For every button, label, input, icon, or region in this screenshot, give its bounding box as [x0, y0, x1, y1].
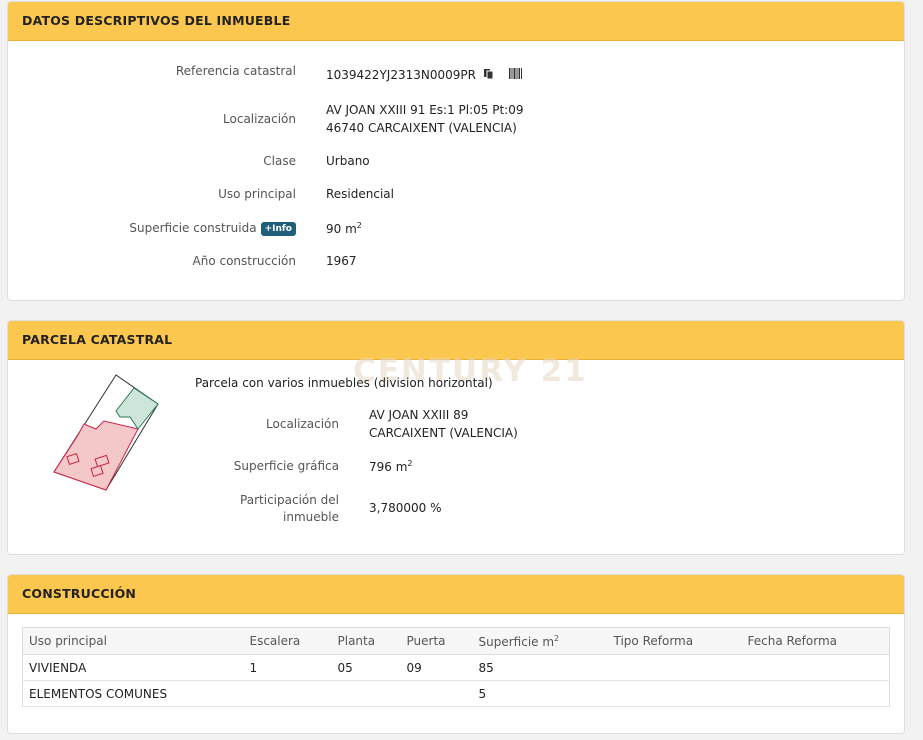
cell-superficie: 85 [472, 654, 608, 681]
cell-puerta: 09 [400, 654, 473, 681]
cell-puerta [400, 680, 473, 707]
cell-uso: VIVIENDA [22, 654, 244, 681]
construccion-panel-title: CONSTRUCCIÓN [8, 575, 904, 614]
sup-label-wrap: Superficie construida +Info [129, 221, 296, 236]
barcode-icon[interactable] [508, 68, 523, 82]
parcela-part-value: 3,780000 % [369, 501, 442, 515]
construccion-table: Uso principal Escalera Planta Puerta Sup… [22, 627, 890, 707]
construccion-header-row: Uso principal Escalera Planta Puerta Sup… [22, 627, 890, 655]
table-row: ELEMENTOS COMUNES 5 [22, 680, 890, 707]
parcela-loc-line2: CARCAIXENT (VALENCIA) [369, 426, 518, 440]
construccion-panel: CONSTRUCCIÓN Uso principal Escalera Plan… [7, 574, 905, 734]
cell-fecha-reforma [741, 654, 890, 681]
clase-value: Urbano [326, 154, 370, 168]
cell-fecha-reforma [741, 680, 890, 707]
cell-planta: 05 [331, 654, 401, 681]
col-escalera: Escalera [243, 627, 332, 655]
datos-panel-title: DATOS DESCRIPTIVOS DEL INMUEBLE [8, 2, 904, 41]
anio-value: 1967 [326, 254, 357, 268]
anio-label: Año construcción [192, 254, 297, 268]
info-badge[interactable]: +Info [260, 222, 296, 236]
cell-superficie: 5 [472, 680, 608, 707]
ref-value-text: 1039422YJ2313N0009PR [326, 68, 476, 82]
parcela-loc-line1: AV JOAN XXIII 89 [369, 408, 469, 422]
cell-tipo-reforma [607, 654, 742, 681]
loc-label: Localización [223, 112, 296, 126]
parcel-map[interactable] [48, 369, 168, 494]
ref-value: 1039422YJ2313N0009PR [326, 68, 523, 83]
sup-value: 90 m2 [326, 221, 362, 236]
col-planta: Planta [331, 627, 401, 655]
uso-value: Residencial [326, 187, 394, 201]
copy-icon[interactable] [483, 68, 495, 83]
parcela-part-label: Participación del inmueble [240, 492, 339, 526]
datos-panel: DATOS DESCRIPTIVOS DEL INMUEBLE Referenc… [7, 1, 905, 301]
parcela-sup-value: 796 m2 [369, 459, 413, 474]
loc-line1: AV JOAN XXIII 91 Es:1 Pl:05 Pt:09 [326, 103, 524, 117]
sup-label: Superficie construida [129, 221, 257, 235]
parcela-part-label-line2: inmueble [283, 510, 339, 524]
cell-escalera [243, 680, 332, 707]
clase-label: Clase [263, 154, 296, 168]
parcela-sup-value-text: 796 m [369, 460, 408, 474]
sup-unit-exp: 2 [356, 221, 362, 230]
sup-value-text: 90 m [326, 222, 357, 236]
col-fecha-reforma: Fecha Reforma [741, 627, 890, 655]
ref-label: Referencia catastral [175, 64, 296, 78]
cell-escalera: 1 [243, 654, 332, 681]
col-puerta: Puerta [400, 627, 473, 655]
col-superficie-text: Superficie m [478, 634, 555, 649]
parcela-panel: PARCELA CATASTRAL CENTURY 21 Parcela con… [7, 320, 905, 555]
col-uso-principal: Uso principal [22, 627, 244, 655]
col-superficie: Superficie m2 [472, 627, 608, 655]
parcela-part-label-line1: Participación del [240, 493, 339, 507]
loc-line2: 46740 CARCAIXENT (VALENCIA) [326, 121, 517, 135]
col-superficie-exp: 2 [554, 633, 560, 643]
cell-tipo-reforma [607, 680, 742, 707]
uso-label: Uso principal [218, 187, 296, 201]
col-tipo-reforma: Tipo Reforma [607, 627, 742, 655]
parcela-desc: Parcela con varios inmuebles (division h… [195, 376, 493, 390]
table-row: VIVIENDA 1 05 09 85 [22, 654, 890, 681]
cell-uso: ELEMENTOS COMUNES [22, 680, 244, 707]
cell-planta [331, 680, 401, 707]
parcela-loc-label: Localización [266, 417, 339, 431]
parcela-sup-unit-exp: 2 [407, 459, 413, 468]
parcela-sup-label: Superficie gráfica [233, 459, 339, 473]
